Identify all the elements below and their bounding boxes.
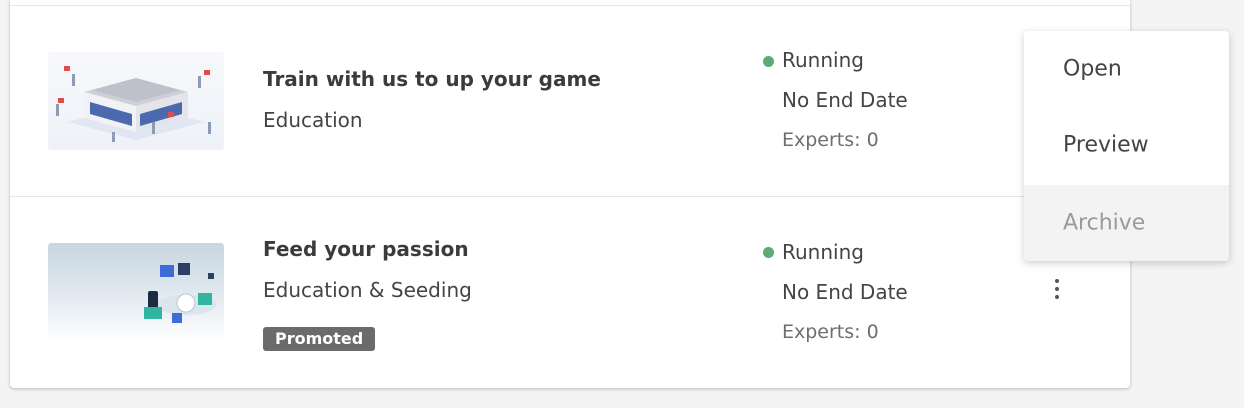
kebab-dot (1055, 295, 1059, 299)
campaign-category: Education (263, 108, 363, 132)
menu-item-label: Archive (1063, 210, 1146, 236)
menu-item-preview[interactable]: Preview (1024, 107, 1229, 183)
campaign-thumbnail[interactable] (48, 52, 224, 150)
promoted-badge: Promoted (263, 327, 376, 351)
menu-item-label: Open (1063, 56, 1122, 82)
campaign-end-date: No End Date (782, 280, 908, 304)
campaign-category: Education & Seeding (263, 278, 472, 302)
status-indicator-icon (763, 247, 774, 258)
divider (10, 196, 1130, 197)
menu-item-archive[interactable]: Archive (1024, 185, 1229, 261)
campaign-experts-count: Experts: 0 (782, 321, 879, 343)
menu-item-open[interactable]: Open (1024, 31, 1229, 107)
campaign-status: Running (782, 48, 864, 72)
campaign-title[interactable]: Feed your passion (263, 237, 469, 261)
more-vertical-icon[interactable] (1046, 274, 1068, 304)
kebab-dot (1055, 287, 1059, 291)
kebab-dot (1055, 279, 1059, 283)
campaign-end-date: No End Date (782, 88, 908, 112)
campaign-status: Running (782, 240, 864, 264)
campaign-title[interactable]: Train with us to up your game (263, 67, 601, 91)
row-context-menu: Open Preview Archive (1024, 31, 1229, 261)
campaign-thumbnail[interactable] (48, 243, 224, 341)
divider (10, 5, 1130, 6)
devices-illustration (144, 263, 216, 323)
menu-item-label: Preview (1063, 132, 1149, 158)
campaign-experts-count: Experts: 0 (782, 129, 879, 151)
building-illustration (56, 66, 211, 142)
status-indicator-icon (763, 56, 774, 67)
